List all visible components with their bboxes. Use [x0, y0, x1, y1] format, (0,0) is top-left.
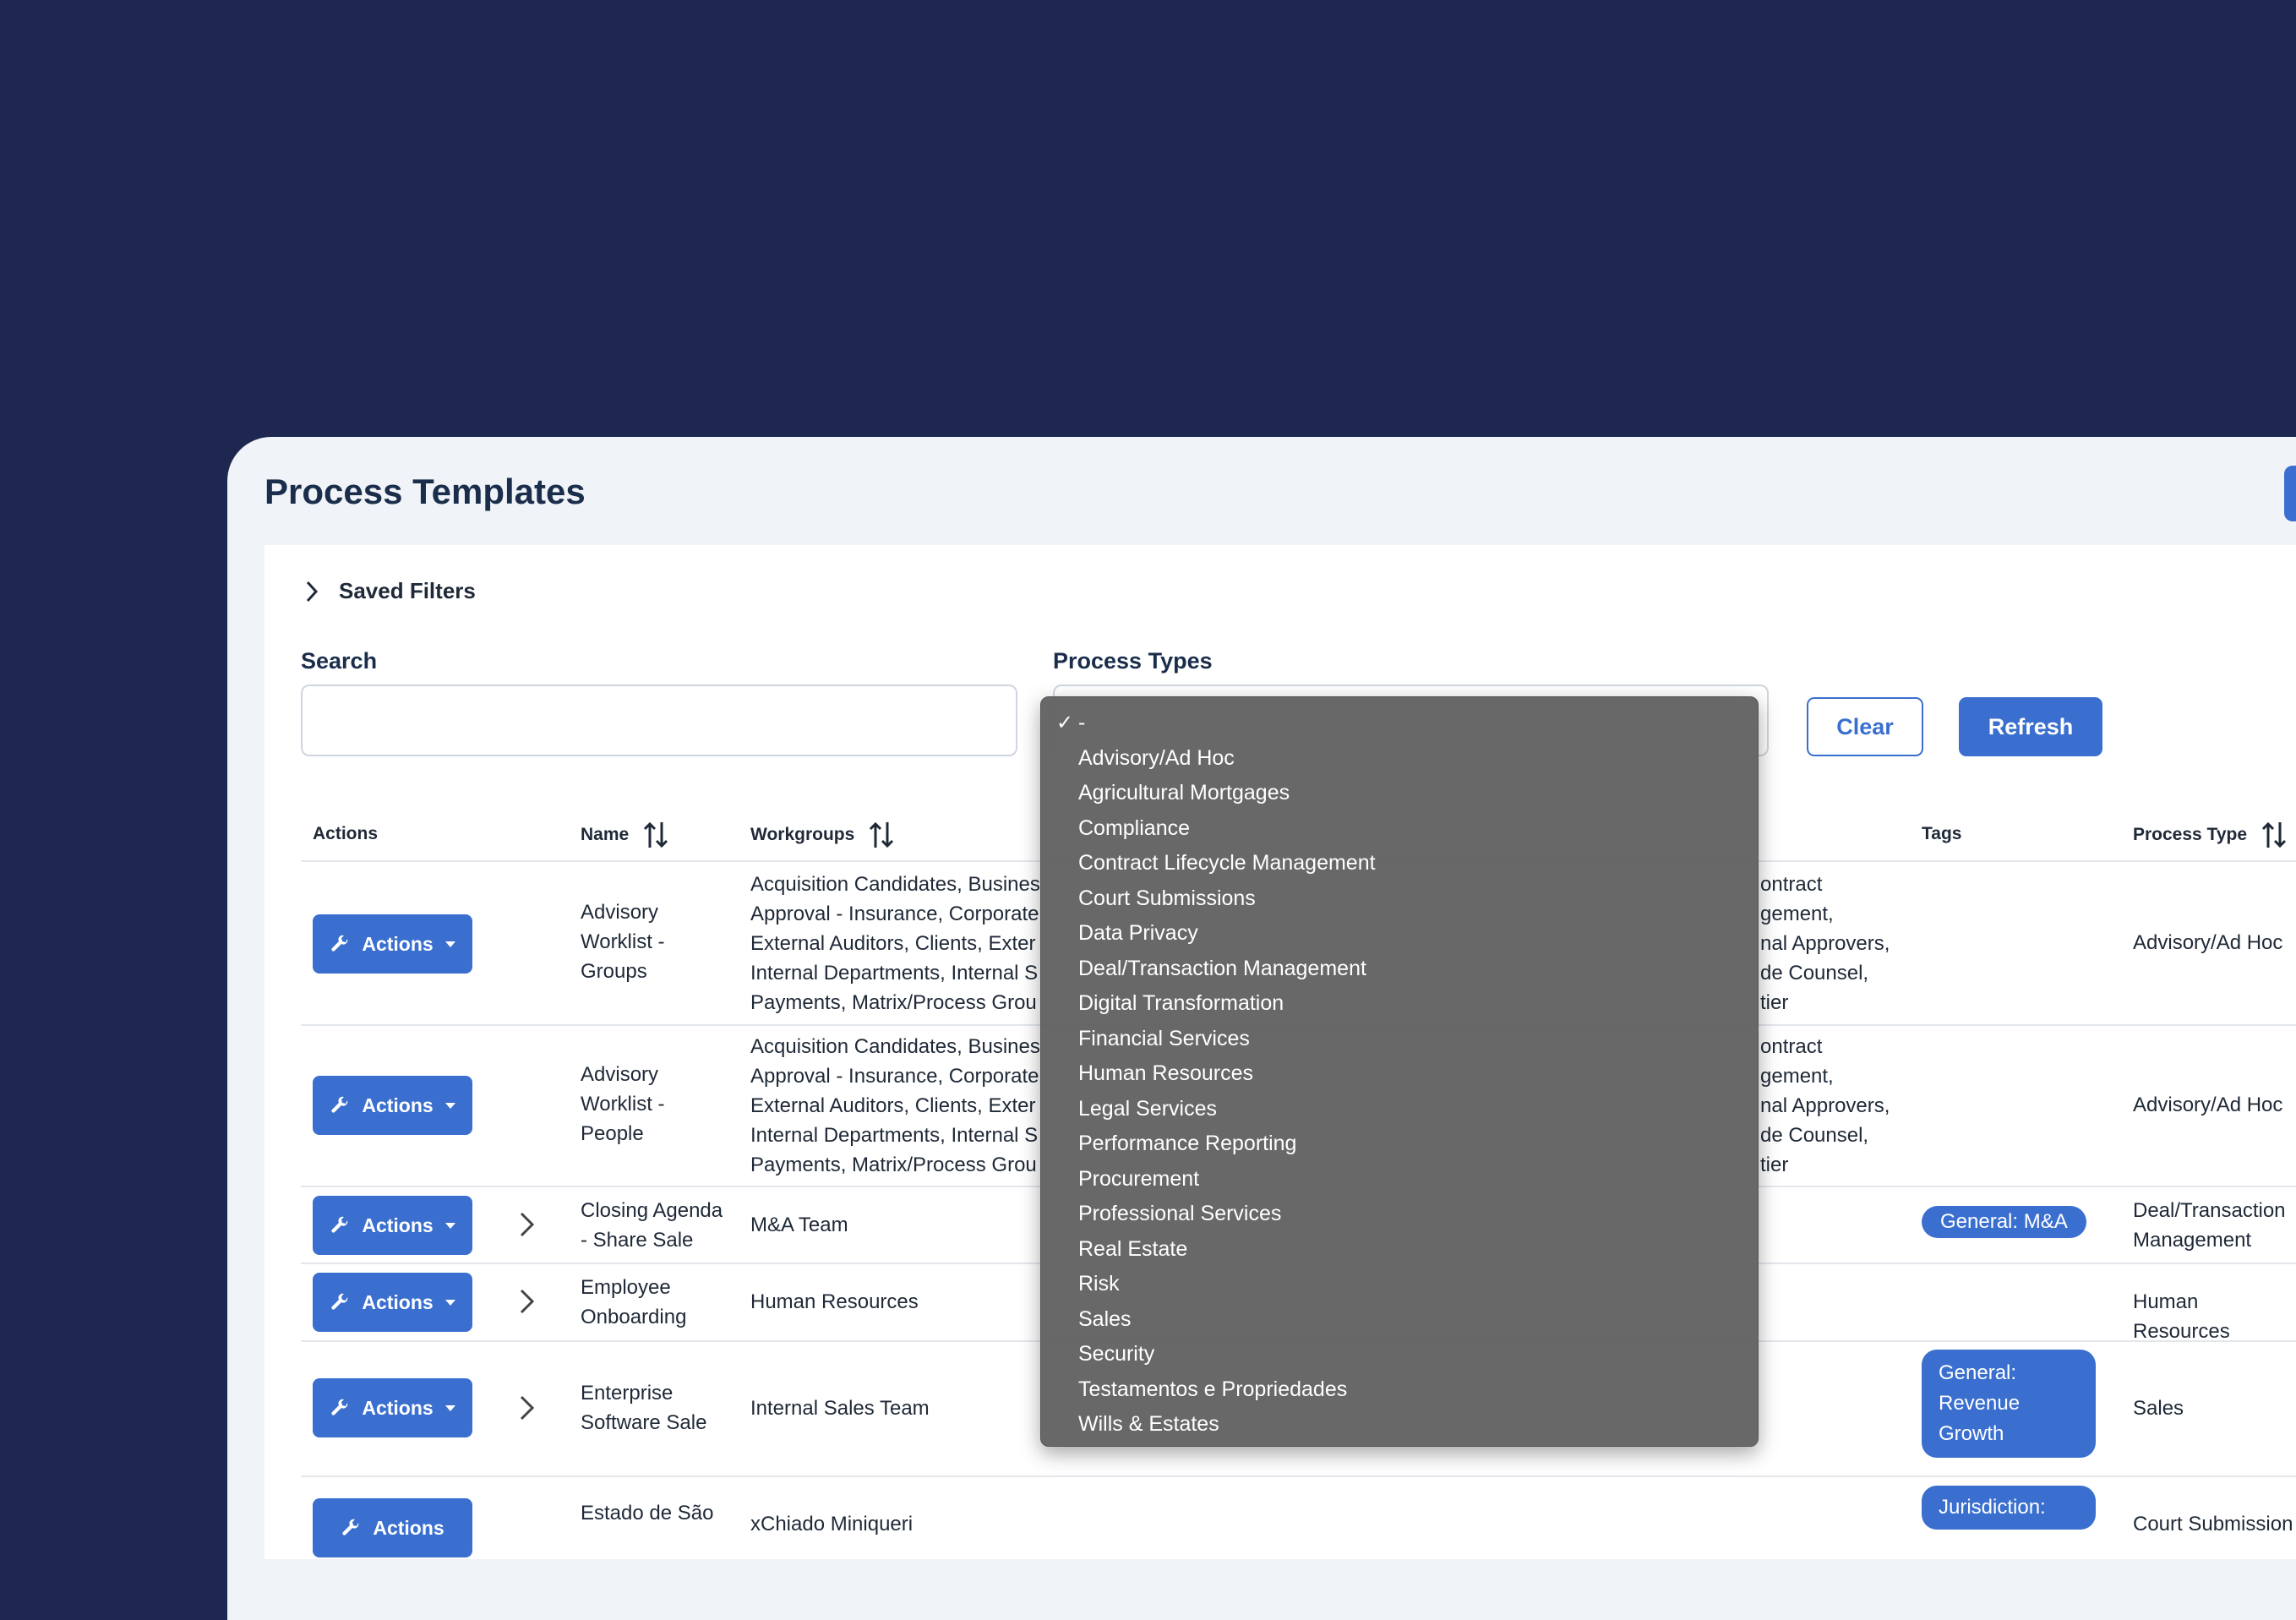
row-workgroups: Acquisition Candidates, Busines Approval … — [750, 873, 1040, 1014]
actions-button[interactable]: Actions — [313, 914, 472, 974]
wrench-icon — [342, 1519, 359, 1535]
row-name: Estado de São — [581, 1502, 714, 1525]
dropdown-option[interactable]: Sales — [1041, 1302, 1758, 1338]
page-title: Process Templates — [265, 472, 586, 511]
dropdown-option[interactable]: Contract Lifecycle Management — [1041, 846, 1758, 881]
tag-badge: General: Revenue Growth — [1922, 1350, 2096, 1458]
row-workgroups: M&A Team — [750, 1214, 848, 1236]
dropdown-option[interactable]: Court Submissions — [1041, 881, 1758, 917]
row-workgroups: Internal Sales Team — [750, 1397, 930, 1420]
dropdown-option[interactable]: Deal/Transaction Management — [1041, 952, 1758, 987]
row-process-type: Sales — [2133, 1397, 2184, 1420]
actions-button[interactable]: Actions — [313, 1196, 472, 1255]
clear-button[interactable]: Clear — [1807, 697, 1923, 756]
row-workgroups: Acquisition Candidates, Busines Approval … — [750, 1035, 1040, 1176]
caret-down-icon — [444, 1299, 455, 1306]
caret-down-icon — [444, 941, 455, 947]
chevron-right-icon — [306, 581, 319, 602]
expand-row-icon[interactable] — [516, 1394, 538, 1422]
dropdown-option[interactable]: Advisory/Ad Hoc — [1041, 741, 1758, 777]
row-workgroups: xChiado Miniqueri — [750, 1513, 913, 1535]
header-workgroups[interactable]: Workgroups — [750, 821, 895, 849]
row-name: Employee Onboarding — [581, 1276, 687, 1328]
row-process-type: Advisory/Ad Hoc — [2133, 931, 2283, 954]
sort-icon[interactable] — [2261, 821, 2288, 849]
row-process-type: Court Submission — [2133, 1513, 2293, 1535]
tag-badge: Jurisdiction: — [1922, 1486, 2096, 1530]
wrench-icon — [331, 1293, 348, 1310]
checkmark-icon: ✓ — [1056, 712, 1074, 734]
dropdown-option-selected[interactable]: ✓ - — [1041, 706, 1758, 741]
search-label: Search — [301, 648, 378, 674]
row-workgroups-overflow: ontract gement, nal Approvers, de Counsel, t… — [1760, 1035, 1890, 1176]
tag-badge: General: M&A — [1922, 1206, 2086, 1238]
dropdown-option[interactable]: Risk — [1041, 1267, 1758, 1302]
actions-button[interactable]: Actions — [313, 1076, 472, 1135]
row-name: Enterprise Software Sale — [581, 1382, 707, 1434]
actions-button[interactable]: Actions — [313, 1378, 472, 1437]
row-process-type: Advisory/Ad Hoc — [2133, 1094, 2283, 1116]
row-workgroups: Human Resources — [750, 1290, 919, 1313]
dropdown-option[interactable]: Compliance — [1041, 811, 1758, 847]
actions-button[interactable]: Actions — [313, 1273, 472, 1332]
header-tags: Tags — [1922, 824, 1962, 843]
refresh-button[interactable]: Refresh — [1959, 697, 2102, 756]
dropdown-option[interactable]: Performance Reporting — [1041, 1126, 1758, 1162]
caret-down-icon — [444, 1102, 455, 1109]
divider — [301, 1475, 2296, 1477]
row-name: Closing Agenda - Share Sale — [581, 1199, 723, 1252]
header-actions: Actions — [313, 824, 379, 843]
dropdown-option[interactable]: Human Resources — [1041, 1056, 1758, 1092]
dropdown-option[interactable]: Procurement — [1041, 1162, 1758, 1197]
saved-filters-label: Saved Filters — [339, 578, 476, 603]
header-name[interactable]: Name — [581, 821, 669, 849]
wrench-icon — [331, 1216, 348, 1233]
wrench-icon — [331, 935, 348, 952]
dropdown-option[interactable]: Agricultural Mortgages — [1041, 776, 1758, 811]
expand-row-icon[interactable] — [516, 1210, 538, 1239]
dropdown-option[interactable]: Testamentos e Propriedades — [1041, 1372, 1758, 1408]
top-right-button[interactable] — [2284, 466, 2296, 521]
process-types-label: Process Types — [1053, 648, 1213, 674]
dropdown-option[interactable]: Financial Services — [1041, 1022, 1758, 1057]
dropdown-option[interactable]: Wills & Estates — [1041, 1407, 1758, 1443]
row-process-type: Deal/Transaction Management — [2133, 1199, 2286, 1252]
row-name: Advisory Worklist - Groups — [581, 901, 665, 983]
dropdown-option[interactable]: Real Estate — [1041, 1232, 1758, 1268]
row-workgroups-overflow: ontract gement, nal Approvers, de Counsel, t… — [1760, 873, 1890, 1014]
dropdown-option[interactable]: Legal Services — [1041, 1092, 1758, 1127]
dropdown-option[interactable]: Data Privacy — [1041, 916, 1758, 952]
sort-icon[interactable] — [868, 821, 895, 849]
expand-row-icon[interactable] — [516, 1287, 538, 1316]
wrench-icon — [331, 1096, 348, 1113]
caret-down-icon — [444, 1405, 455, 1411]
process-types-dropdown[interactable]: ✓ - Advisory/Ad Hoc Agricultural Mortgage… — [1040, 696, 1759, 1447]
dropdown-option[interactable]: Digital Transformation — [1041, 986, 1758, 1022]
row-name: Advisory Worklist - People — [581, 1063, 665, 1145]
saved-filters-toggle[interactable]: Saved Filters — [302, 578, 476, 604]
header-process-type[interactable]: Process Type — [2133, 821, 2288, 849]
sort-icon[interactable] — [642, 821, 669, 849]
actions-button[interactable]: Actions — [313, 1498, 472, 1557]
dropdown-option[interactable]: Security — [1041, 1337, 1758, 1372]
dropdown-option[interactable]: Professional Services — [1041, 1197, 1758, 1232]
row-process-type: Human Resources — [2133, 1290, 2230, 1343]
wrench-icon — [331, 1399, 348, 1415]
search-input[interactable] — [301, 685, 1017, 756]
caret-down-icon — [444, 1222, 455, 1229]
